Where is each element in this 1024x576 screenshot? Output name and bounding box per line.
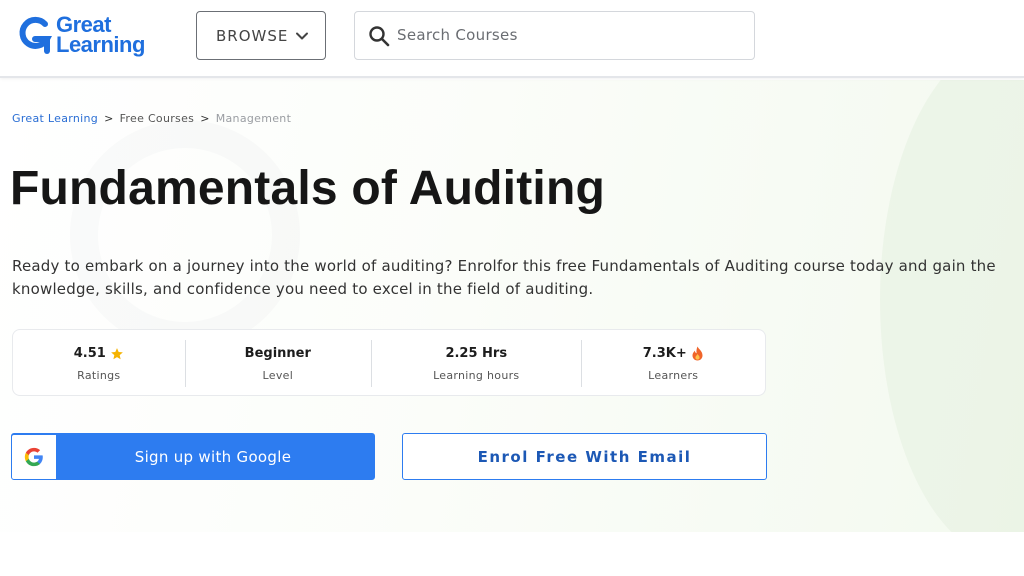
level-label: Level (262, 368, 294, 382)
learning-hours-value: 2.25 Hrs (445, 346, 508, 361)
course-hero: Great Learning > Free Courses > Manageme… (0, 80, 1024, 576)
level-value: Beginner (244, 346, 311, 361)
learning-hours-label: Learning hours (433, 368, 520, 382)
search-input[interactable] (397, 20, 737, 50)
sign-up-google-button[interactable]: Sign up with Google (11, 433, 375, 480)
background-decoration (880, 80, 1024, 560)
logo-g-icon (19, 16, 52, 54)
breadcrumb-separator: > (200, 111, 210, 125)
breadcrumb: Great Learning > Free Courses > Manageme… (12, 110, 291, 126)
flame-icon (692, 346, 703, 361)
logo-line-2: Learning (56, 32, 145, 57)
ratings-label: Ratings (77, 368, 121, 382)
stat-learners: 7.3K+ Learners (581, 330, 765, 395)
ratings-value: 4.51 (73, 346, 106, 361)
email-button-label: Enrol Free With Email (477, 447, 692, 466)
search-bar (354, 11, 755, 60)
breadcrumb-item-great-learning[interactable]: Great Learning (12, 112, 98, 125)
logo-text: Great Learning (56, 14, 145, 57)
learners-label: Learners (648, 368, 699, 382)
stat-learning-hours: 2.25 Hrs Learning hours (371, 330, 581, 395)
enrol-email-button[interactable]: Enrol Free With Email (402, 433, 767, 480)
chevron-down-icon (296, 32, 308, 40)
breadcrumb-item-free-courses[interactable]: Free Courses (120, 112, 195, 125)
learners-value: 7.3K+ (642, 346, 687, 361)
star-icon (110, 347, 123, 359)
course-description: Ready to embark on a journey into the wo… (12, 257, 996, 298)
breadcrumb-separator: > (104, 111, 114, 125)
top-header: Great Learning BROWSE (0, 0, 1024, 78)
browse-label: BROWSE (216, 26, 289, 45)
browse-dropdown[interactable]: BROWSE (196, 11, 326, 60)
breadcrumb-item-management[interactable]: Management (216, 112, 291, 125)
google-button-label: Sign up with Google (134, 447, 292, 466)
course-title: Fundamentals of Auditing (10, 162, 605, 215)
stat-ratings: 4.51 Ratings (13, 330, 185, 395)
search-icon[interactable] (368, 25, 390, 47)
background-decoration (0, 532, 1024, 576)
google-icon (24, 447, 43, 466)
google-logo-box (12, 434, 56, 479)
great-learning-logo[interactable]: Great Learning (18, 12, 145, 58)
course-stats: 4.51 Ratings Beginner Level 2.25 Hrs Lea… (12, 329, 766, 396)
background-decoration (70, 120, 300, 350)
stat-level: Beginner Level (184, 330, 372, 395)
